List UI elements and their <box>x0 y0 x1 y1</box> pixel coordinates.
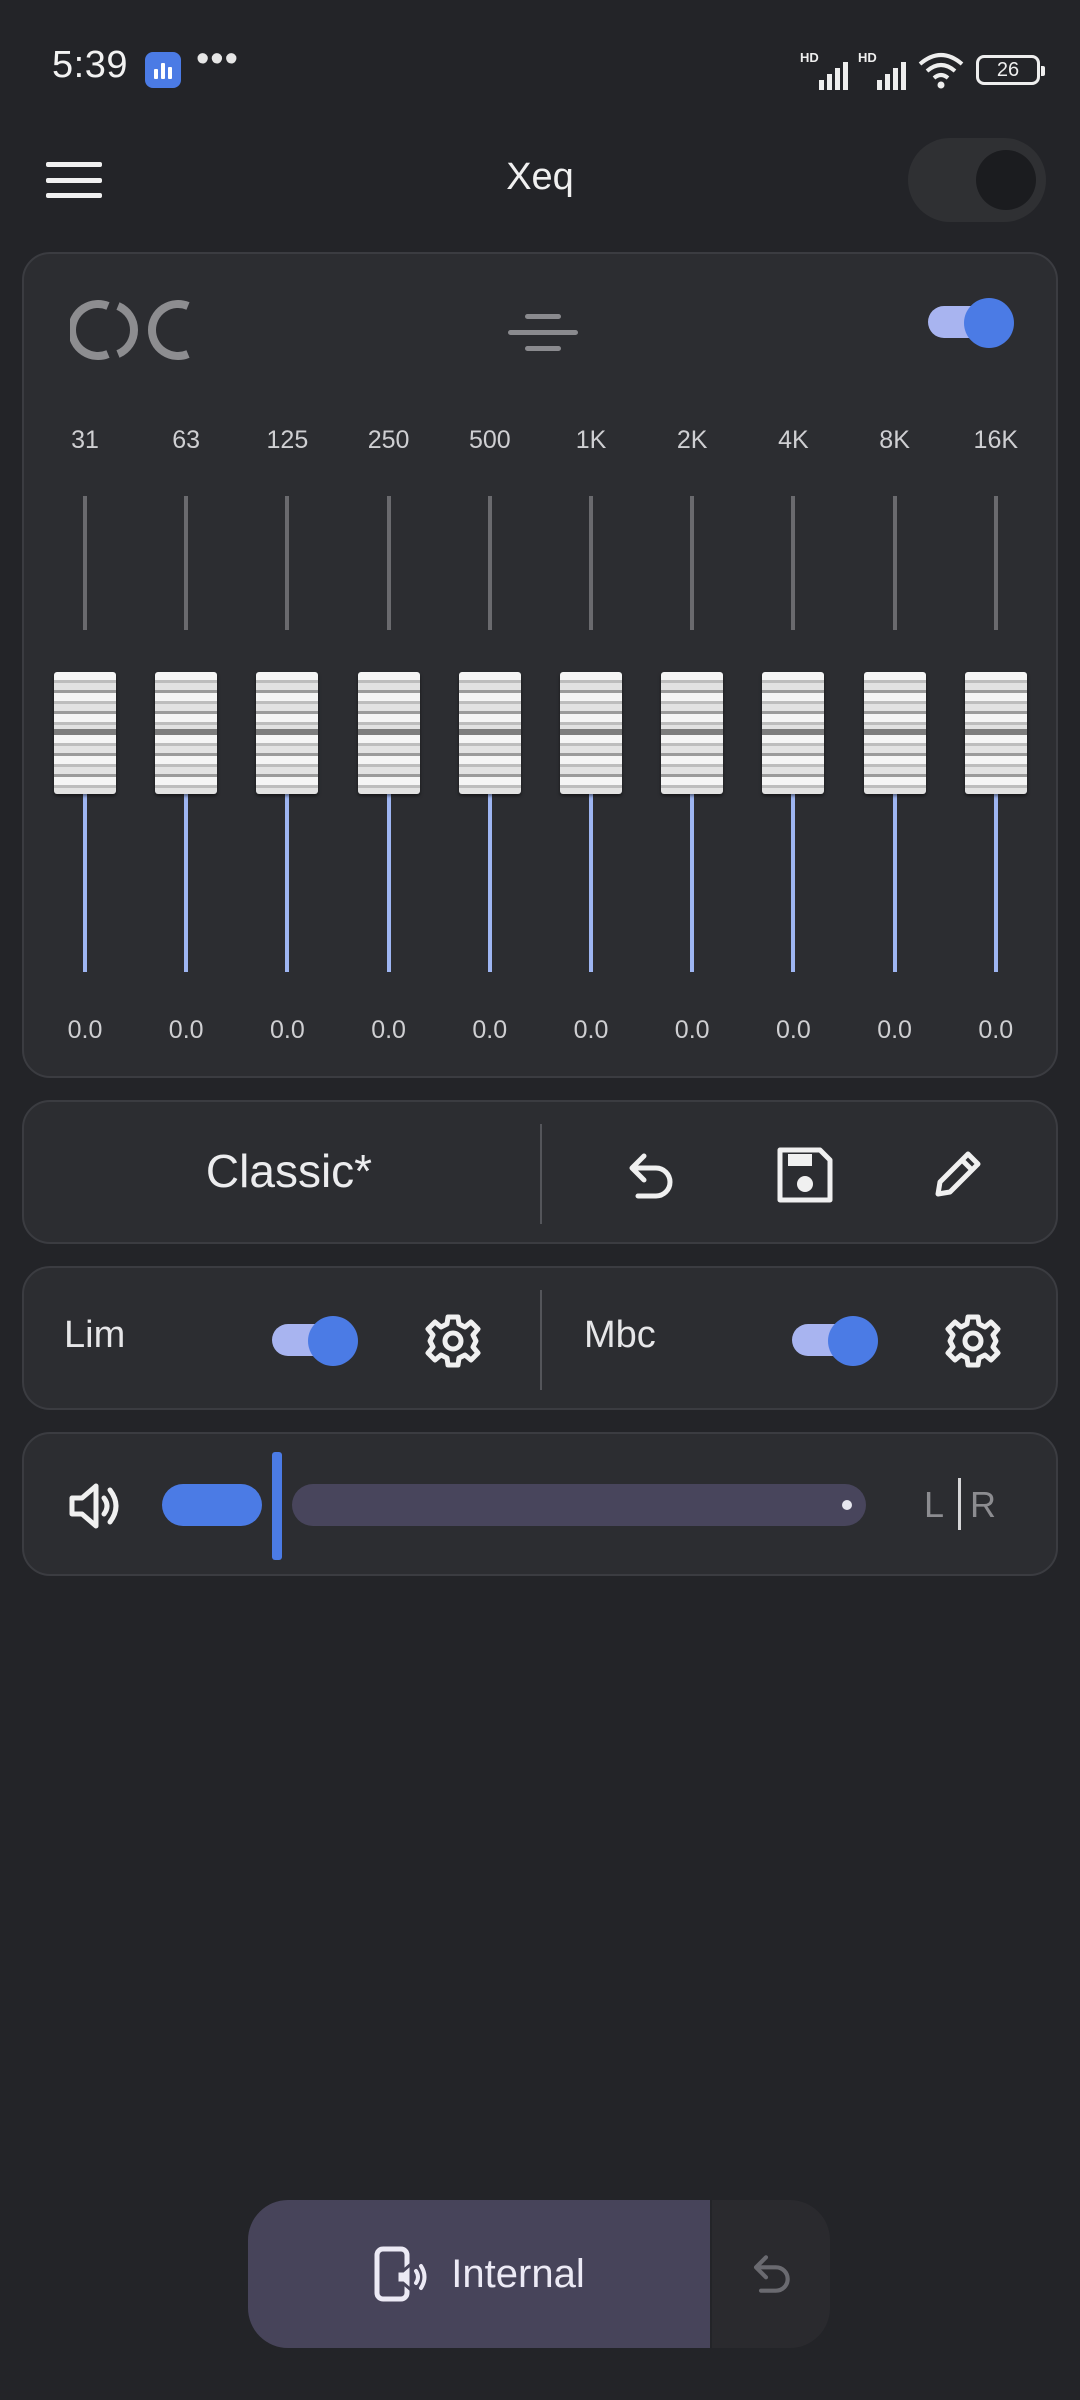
band-rail-top-0[interactable] <box>83 496 87 630</box>
band-fader-knob-9[interactable] <box>964 672 1027 794</box>
band-rail-bottom-8[interactable] <box>892 794 897 972</box>
master-toggle-knob <box>976 150 1036 210</box>
reset-flat-icon[interactable] <box>508 314 578 352</box>
band-rail-top-3[interactable] <box>386 496 391 630</box>
band-label-8: 8K <box>879 426 910 454</box>
volume-end-dot <box>842 1500 852 1510</box>
band-fader-knob-8[interactable] <box>863 672 926 794</box>
balance-left-label[interactable]: L <box>924 1484 944 1526</box>
band-label-2: 125 <box>266 426 309 454</box>
signal-2-hd-label: HD <box>858 50 877 65</box>
band-label-1: 63 <box>172 426 201 454</box>
band-value-2: 0.0 <box>270 1016 305 1044</box>
undo-icon[interactable] <box>620 1146 680 1206</box>
volume-fill <box>162 1484 262 1526</box>
volume-slider-track[interactable] <box>292 1484 866 1526</box>
band-fader-knob-6[interactable] <box>661 672 724 794</box>
band-fader-knob-3[interactable] <box>357 672 420 794</box>
band-label-7: 4K <box>778 426 809 454</box>
band-label-0: 31 <box>71 426 99 454</box>
band-rail-bottom-9[interactable] <box>993 794 998 972</box>
limiter-label: Lim <box>64 1314 126 1356</box>
band-rail-bottom-7[interactable] <box>791 794 796 972</box>
status-time: 5:39 <box>52 44 128 86</box>
band-rail-top-7[interactable] <box>791 496 796 630</box>
band-rail-bottom-0[interactable] <box>83 794 87 972</box>
band-rail-top-8[interactable] <box>892 496 897 630</box>
mbc-switch[interactable] <box>792 1316 878 1366</box>
equalizer-enable-switch[interactable] <box>928 298 1014 348</box>
band-rail-bottom-5[interactable] <box>589 794 593 972</box>
battery-icon: 26 <box>976 55 1045 85</box>
band-value-5: 0.0 <box>573 1016 609 1044</box>
band-label-5: 1K <box>575 426 607 454</box>
band-value-0: 0.0 <box>67 1016 103 1044</box>
band-label-3: 250 <box>367 426 410 454</box>
phone-speaker-icon <box>374 2246 427 2302</box>
band-fader-knob-5[interactable] <box>560 672 622 794</box>
limiter-switch[interactable] <box>272 1316 358 1366</box>
dsp-divider <box>540 1290 542 1390</box>
band-label-4: 500 <box>468 426 511 454</box>
band-value-8: 0.0 <box>877 1016 912 1044</box>
signal-1-hd-label: HD <box>800 50 819 65</box>
output-device-button[interactable]: Internal <box>248 2200 710 2348</box>
band-rail-bottom-6[interactable] <box>690 794 695 972</box>
dsp-card: Lim Mbc <box>22 1266 1058 1410</box>
volume-slider-thumb[interactable] <box>272 1452 282 1560</box>
output-revert-button[interactable] <box>712 2200 830 2348</box>
band-value-7: 0.0 <box>776 1016 811 1044</box>
band-rail-bottom-2[interactable] <box>285 794 290 972</box>
battery-level: 26 <box>996 58 1020 81</box>
wifi-icon <box>918 53 964 89</box>
speaker-volume-icon[interactable] <box>66 1476 126 1536</box>
band-rail-bottom-4[interactable] <box>487 794 492 972</box>
save-icon[interactable] <box>774 1144 836 1206</box>
balance-divider <box>958 1478 961 1530</box>
limiter-settings-gear-icon[interactable] <box>424 1312 482 1370</box>
balance-right-label[interactable]: R <box>970 1484 996 1526</box>
band-rail-top-5[interactable] <box>589 496 593 630</box>
revert-icon <box>753 2255 790 2293</box>
edit-pencil-icon[interactable] <box>928 1144 988 1204</box>
output-device-label: Internal <box>451 2251 585 2296</box>
preset-card: Classic* <box>22 1100 1058 1244</box>
volume-card: L R <box>22 1432 1058 1576</box>
preset-name[interactable]: Classic* <box>24 1144 554 1198</box>
band-rail-top-6[interactable] <box>690 496 695 630</box>
equalizer-card: 31 0.0 63 0.0 125 0.0 250 0.0 500 0.0 1K 0.0 2K 0.0 4K… <box>22 252 1058 1078</box>
band-fader-knob-1[interactable] <box>155 672 218 794</box>
signal-1-icon: HD <box>800 50 848 90</box>
band-value-9: 0.0 <box>978 1016 1014 1044</box>
signal-2-icon: HD <box>858 50 906 90</box>
band-rail-top-9[interactable] <box>993 496 998 630</box>
band-fader-knob-2[interactable] <box>256 672 319 794</box>
band-rail-top-2[interactable] <box>285 496 290 630</box>
band-label-6: 2K <box>676 426 708 454</box>
status-overflow-icon: ••• <box>196 38 239 80</box>
band-value-1: 0.0 <box>168 1016 204 1044</box>
band-fader-knob-0[interactable] <box>54 672 116 794</box>
band-rail-top-4[interactable] <box>487 496 492 630</box>
mbc-label: Mbc <box>584 1314 656 1356</box>
band-fader-knob-7[interactable] <box>762 672 825 794</box>
band-value-6: 0.0 <box>674 1016 710 1044</box>
band-value-4: 0.0 <box>472 1016 508 1044</box>
band-fader-knob-4[interactable] <box>458 672 521 794</box>
band-rail-bottom-3[interactable] <box>386 794 391 972</box>
band-value-3: 0.0 <box>371 1016 406 1044</box>
equalizer-notification-icon <box>145 52 181 88</box>
master-power-toggle[interactable] <box>908 138 1046 222</box>
status-indicators: HD HD 26 <box>800 48 1045 92</box>
equalizer-logo-icon <box>70 300 190 360</box>
mbc-settings-gear-icon[interactable] <box>944 1312 1002 1370</box>
band-rail-bottom-1[interactable] <box>184 794 189 972</box>
preset-divider <box>540 1124 542 1224</box>
band-label-9: 16K <box>973 426 1019 454</box>
band-rail-top-1[interactable] <box>184 496 189 630</box>
